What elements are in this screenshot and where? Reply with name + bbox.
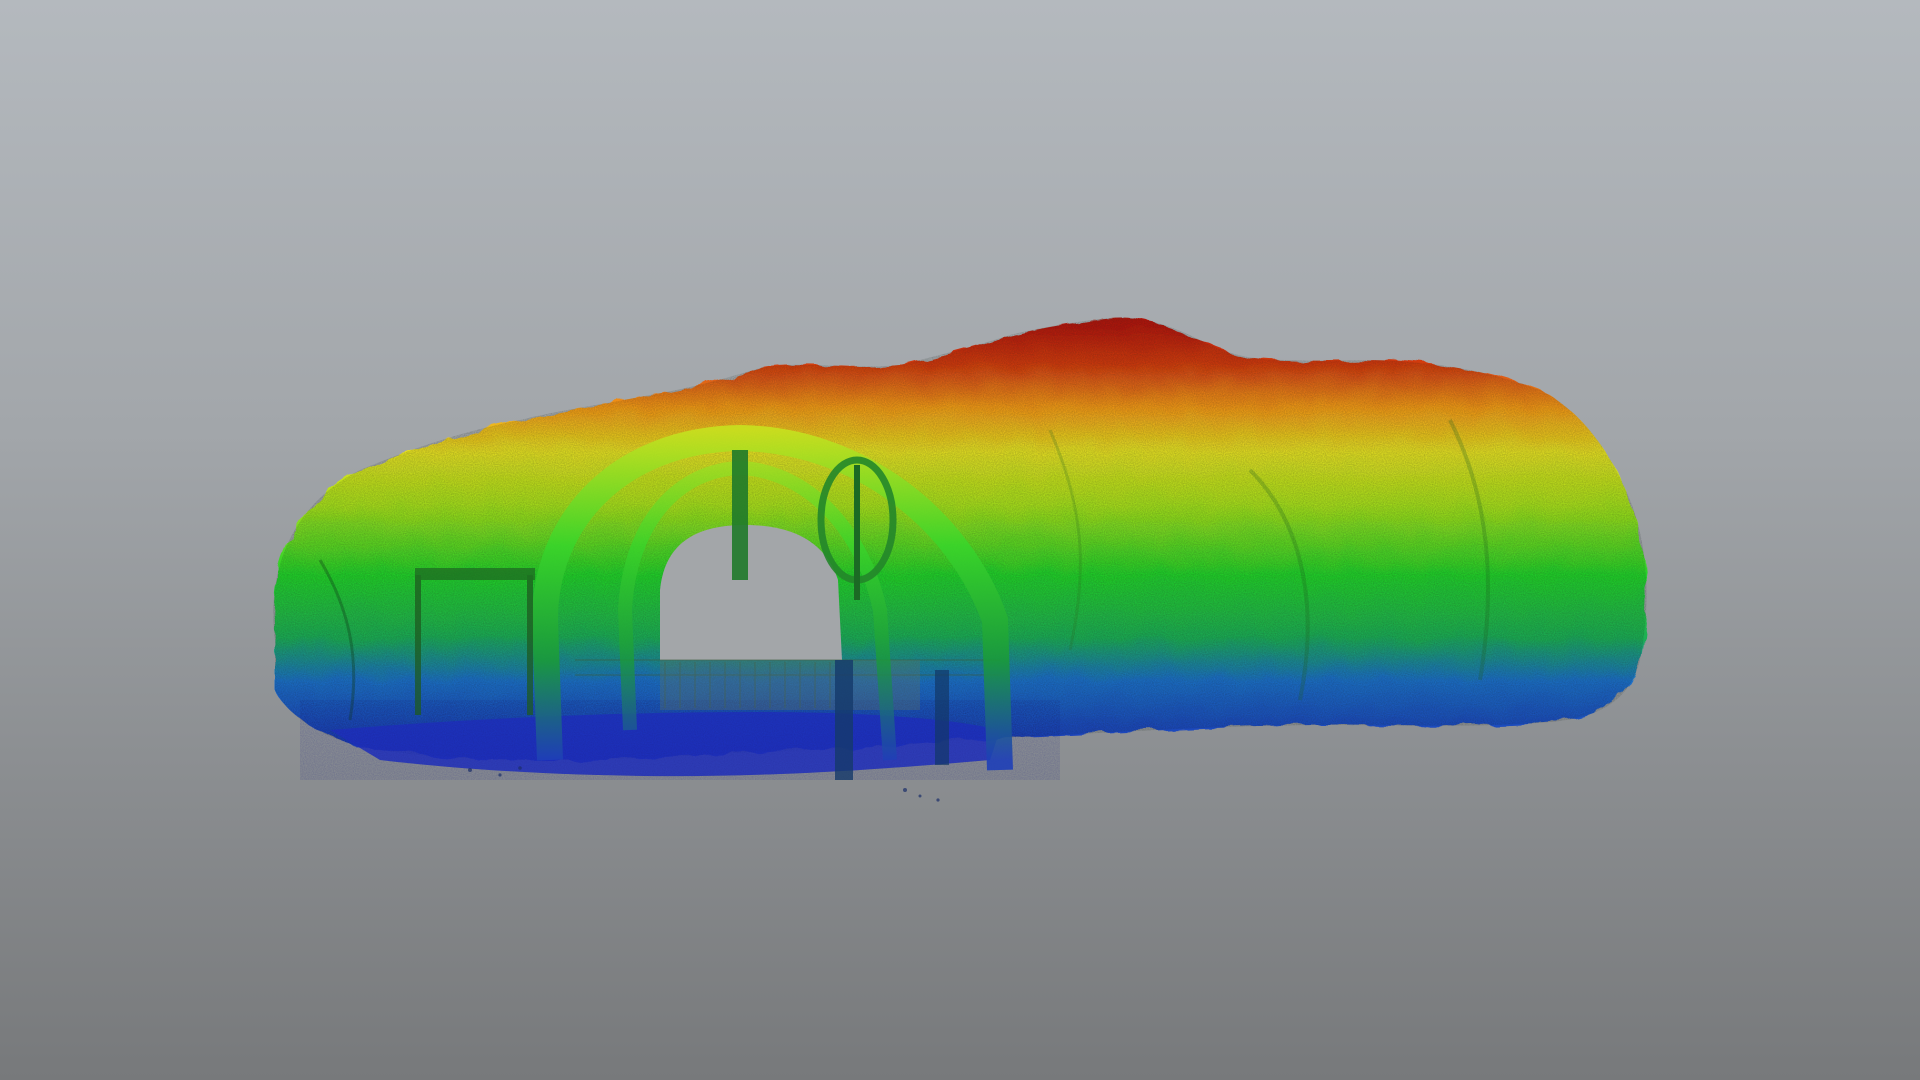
3d-viewport[interactable] bbox=[0, 0, 1920, 1080]
point-cloud-render bbox=[273, 317, 1647, 802]
